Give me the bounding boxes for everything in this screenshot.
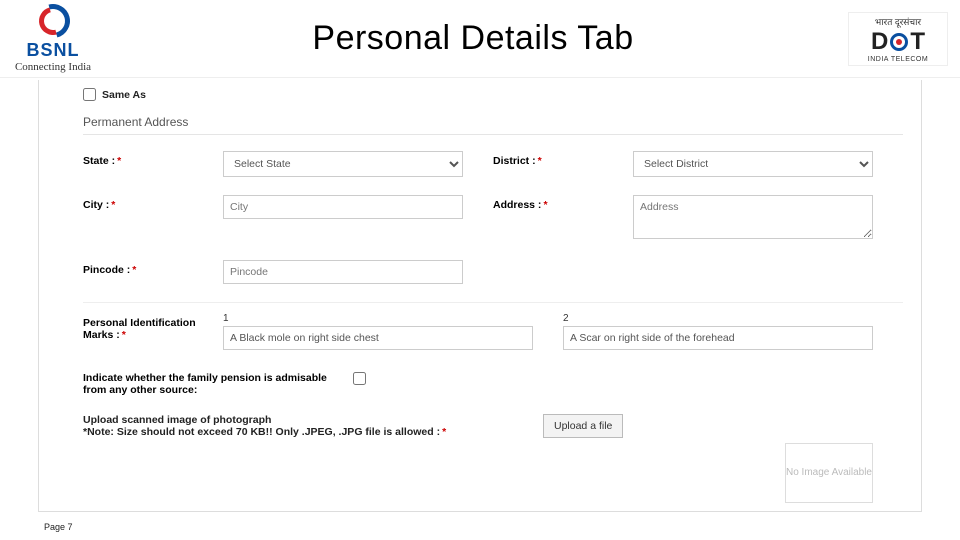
pincode-input[interactable]	[223, 260, 463, 284]
marks-label: Personal Identification Marks :*	[83, 313, 223, 341]
pension-label: Indicate whether the family pension is a…	[83, 368, 353, 396]
district-label: District :*	[493, 151, 633, 167]
brand-tagline: Connecting India	[15, 61, 91, 73]
form-panel: Same As Permanent Address State :* Selec…	[38, 80, 922, 512]
dot-t-letter: T	[910, 28, 925, 56]
page-title: Personal Details Tab	[98, 19, 848, 58]
no-image-placeholder: No Image Available	[785, 443, 873, 503]
upload-label: Upload scanned image of photograph	[83, 414, 543, 426]
brand-text: BSNL	[27, 40, 80, 61]
bsnl-swirl-icon	[36, 4, 70, 38]
city-input[interactable]	[223, 195, 463, 219]
mark1-input[interactable]	[223, 326, 533, 350]
pension-checkbox[interactable]	[353, 372, 366, 385]
bsnl-logo: BSNL Connecting India	[8, 4, 98, 73]
india-telecom-text: INDIA TELECOM	[853, 56, 943, 63]
mark2-num: 2	[563, 313, 873, 324]
section-heading: Permanent Address	[83, 115, 903, 135]
city-label: City :*	[83, 195, 223, 211]
dot-d-letter: D	[871, 28, 888, 56]
upload-file-button[interactable]: Upload a file	[543, 414, 623, 438]
mark1-num: 1	[223, 313, 533, 324]
mark2-input[interactable]	[563, 326, 873, 350]
upload-note: *Note: Size should not exceed 70 KB!! On…	[83, 426, 543, 438]
same-as-label: Same As	[102, 89, 146, 101]
dot-logo: भारत दूरसंचार D T INDIA TELECOM	[848, 12, 948, 66]
district-select[interactable]: Select District	[633, 151, 873, 177]
pincode-label: Pincode :*	[83, 260, 223, 276]
same-as-checkbox[interactable]	[83, 88, 96, 101]
dot-circle-icon	[890, 33, 908, 51]
state-select[interactable]: Select State	[223, 151, 463, 177]
page-number: Page 7	[44, 522, 73, 532]
state-label: State :*	[83, 151, 223, 167]
address-label: Address :*	[493, 195, 633, 211]
bharat-text: भारत दूरसंचार	[853, 15, 943, 28]
address-textarea[interactable]	[633, 195, 873, 239]
